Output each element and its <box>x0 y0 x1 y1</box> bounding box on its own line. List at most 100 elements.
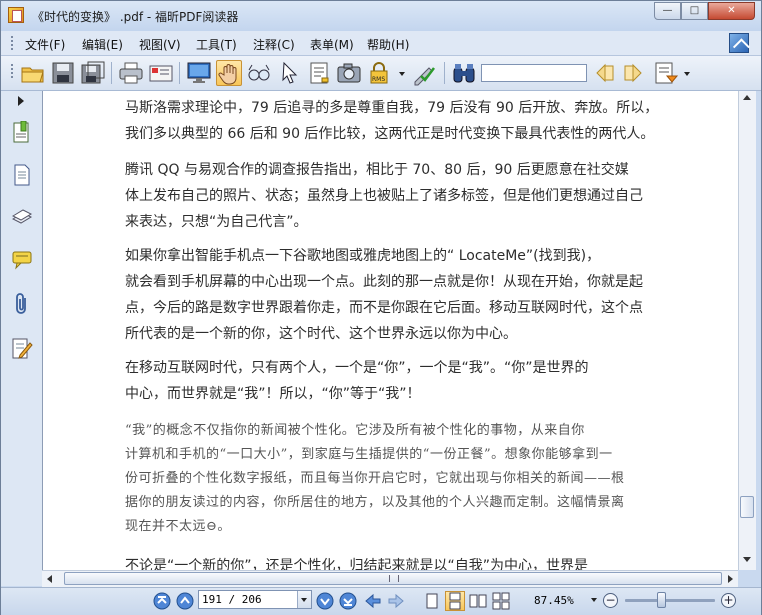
menu-comments[interactable]: 注释(C) <box>253 36 295 53</box>
title-bar: 《时代的变换》 .pdf - 福昕PDF阅读器 — □ ✕ <box>1 1 761 31</box>
text-line: 就会看到手机屏幕的中心出现一个点。此刻的那一点就是你！从现在开始，你就是起 <box>125 274 643 290</box>
previous-page-icon[interactable] <box>176 592 194 610</box>
text-line: “我”的概念不仅指你的新闻被个性化。它涉及所有被个性化的事物，从来自你 <box>125 423 585 438</box>
find-binoculars-icon[interactable] <box>451 60 477 86</box>
search-input[interactable] <box>481 64 587 82</box>
select-arrow-icon[interactable] <box>276 60 302 86</box>
single-page-view-icon[interactable] <box>423 592 441 610</box>
menu-tools[interactable]: 工具(T) <box>196 36 237 53</box>
highlight-dropdown-arrow[interactable] <box>684 72 690 76</box>
menu-forms[interactable]: 表单(M) <box>310 36 354 53</box>
panel-toggle-arrow-icon[interactable] <box>18 96 24 106</box>
text-select-icon[interactable] <box>306 60 332 86</box>
text-line: 点，今后的路是数字世界跟着你走，而不是你跟在它后面。移动互联网时代，这个点 <box>125 300 643 316</box>
text-line: 现在并不太远⊖。 <box>125 519 231 534</box>
facing-view-icon[interactable] <box>469 592 487 610</box>
zoom-in-button[interactable]: + <box>721 593 736 608</box>
status-bar: 191 / 206 87.45% − + <box>1 587 761 615</box>
horizontal-scrollbar[interactable] <box>42 570 738 587</box>
toolbar-grip[interactable] <box>11 64 16 78</box>
highlight-text-icon[interactable] <box>653 60 679 86</box>
text-line: 所代表的是一个新的你，这个时代、这个世界永远以你为中心。 <box>125 326 517 342</box>
text-line: 体上发布自己的照片、状态；虽然身上也被贴上了诸多标签，但是他们更想通过自己 <box>125 188 643 204</box>
go-forward-arrow-icon[interactable] <box>387 592 405 610</box>
last-page-icon[interactable] <box>339 592 357 610</box>
continuous-view-icon[interactable] <box>445 591 465 611</box>
save-as-icon[interactable] <box>80 60 106 86</box>
bookmarks-icon[interactable] <box>11 121 33 145</box>
zoom-glasses-icon[interactable] <box>246 60 272 86</box>
scroll-up-arrow-icon[interactable] <box>743 95 751 100</box>
continuous-facing-view-icon[interactable] <box>492 592 510 610</box>
menu-grip[interactable] <box>11 36 16 50</box>
text-line: 如果你拿出智能手机点一下谷歌地图或雅虎地图上的“ LocateMe”(找到我)， <box>125 248 601 264</box>
page-dropdown-arrow[interactable] <box>297 591 311 608</box>
toolbar-separator <box>444 62 445 84</box>
zoom-out-button[interactable]: − <box>603 593 618 608</box>
zoom-dropdown-arrow[interactable] <box>591 598 597 602</box>
paragraph: 如果你拿出智能手机点一下谷歌地图或雅虎地图上的“ LocateMe”(找到我)，… <box>125 243 655 347</box>
page-number-field[interactable]: 191 / 206 <box>198 590 312 609</box>
main-toolbar: RMS <box>1 56 761 91</box>
first-page-icon[interactable] <box>153 592 171 610</box>
menu-file[interactable]: 文件(F) <box>25 36 65 53</box>
scroll-grip <box>389 575 399 582</box>
foxit-app-icon <box>8 7 24 23</box>
quoted-paragraph: “我”的概念不仅指你的新闻被个性化。它涉及所有被个性化的事物，从来自你 计算机和… <box>125 419 655 539</box>
print-icon[interactable] <box>118 60 144 86</box>
text-line: 马斯洛需求理论中，79 后追寻的多是尊重自我，79 后没有 90 后开放、奔放。… <box>125 100 659 116</box>
toolbar-separator <box>111 62 112 84</box>
signatures-icon[interactable] <box>11 336 33 360</box>
zoom-slider-thumb[interactable] <box>656 592 666 608</box>
scroll-left-arrow-icon[interactable] <box>47 575 52 583</box>
document-page[interactable]: 马斯洛需求理论中，79 后追寻的多是尊重自我，79 后没有 90 后开放、奔放。… <box>42 91 739 570</box>
text-line: 我们多以典型的 66 后和 90 后作比较，这两代正是时代变换下最具代表性的两代… <box>125 126 655 142</box>
go-back-arrow-icon[interactable] <box>364 592 382 610</box>
snapshot-camera-icon[interactable] <box>336 60 362 86</box>
text-line: 不论是“一个新的你”，还是个性化，归结起来就是以“自我”为中心，世界是 <box>125 558 589 570</box>
scroll-right-arrow-icon[interactable] <box>728 575 733 583</box>
text-line: 份可折叠的个性化数字报纸，而且每当你开启它时，它就出现与你相关的新闻——根 <box>125 471 625 486</box>
vertical-scroll-thumb[interactable] <box>740 496 754 518</box>
hand-tool-icon[interactable] <box>216 60 242 86</box>
zoom-level[interactable]: 87.45% <box>534 594 574 607</box>
paragraph: 腾讯 QQ 与易观合作的调查报告指出，相比于 70、80 后，90 后更愿意在社… <box>125 157 655 235</box>
text-line: 在移动互联网时代，只有两个人，一个是“你”，一个是“我”。“你”是世界的 <box>125 360 589 376</box>
next-page-icon[interactable] <box>316 592 334 610</box>
text-line: 据你的朋友读过的内容，你所居住的地方，以及其他的个人兴趣而定制。这幅情景离 <box>125 495 625 510</box>
prev-result-icon[interactable] <box>591 60 617 86</box>
scroll-down-arrow-icon[interactable] <box>743 557 751 562</box>
zoom-slider-track[interactable] <box>625 599 715 602</box>
toolbar-separator <box>179 62 180 84</box>
paragraph: 马斯洛需求理论中，79 后追寻的多是尊重自我，79 后没有 90 后开放、奔放。… <box>125 95 659 147</box>
sign-check-icon[interactable] <box>411 60 437 86</box>
navigation-panel <box>1 91 43 586</box>
horizontal-scroll-thumb[interactable] <box>64 572 722 585</box>
fullscreen-monitor-icon[interactable] <box>186 60 212 86</box>
menu-edit[interactable]: 编辑(E) <box>82 36 123 53</box>
comments-icon[interactable] <box>11 248 33 272</box>
menu-view[interactable]: 视图(V) <box>139 36 181 53</box>
expand-icon[interactable] <box>729 33 749 53</box>
text-line: 腾讯 QQ 与易观合作的调查报告指出，相比于 70、80 后，90 后更愿意在社… <box>125 162 629 178</box>
minimize-button[interactable]: — <box>654 2 681 20</box>
attachments-paperclip-icon[interactable] <box>11 292 33 316</box>
paragraph: 不论是“一个新的你”，还是个性化，归结起来就是以“自我”为中心，世界是 <box>125 553 655 570</box>
pages-icon[interactable] <box>11 163 33 187</box>
svg-text:RMS: RMS <box>372 76 385 83</box>
email-icon[interactable] <box>148 60 174 86</box>
open-folder-icon[interactable] <box>20 60 46 86</box>
text-line: 中心，而世界就是“我”！所以，“你”等于“我”！ <box>125 386 421 402</box>
close-button[interactable]: ✕ <box>708 2 755 20</box>
menu-bar: 文件(F) 编辑(E) 视图(V) 工具(T) 注释(C) 表单(M) 帮助(H… <box>1 31 761 56</box>
text-line: 来表达，只想“为自己代言”。 <box>125 214 308 230</box>
next-result-icon[interactable] <box>621 60 647 86</box>
menu-help[interactable]: 帮助(H) <box>367 36 409 53</box>
rms-dropdown-arrow[interactable] <box>399 72 405 76</box>
vertical-scrollbar[interactable] <box>738 91 756 570</box>
save-icon[interactable] <box>50 60 76 86</box>
window-title: 《时代的变换》 .pdf - 福昕PDF阅读器 <box>32 10 239 24</box>
layers-icon[interactable] <box>11 205 33 229</box>
maximize-button[interactable]: □ <box>681 2 708 20</box>
rms-lock-icon[interactable]: RMS <box>366 60 392 86</box>
